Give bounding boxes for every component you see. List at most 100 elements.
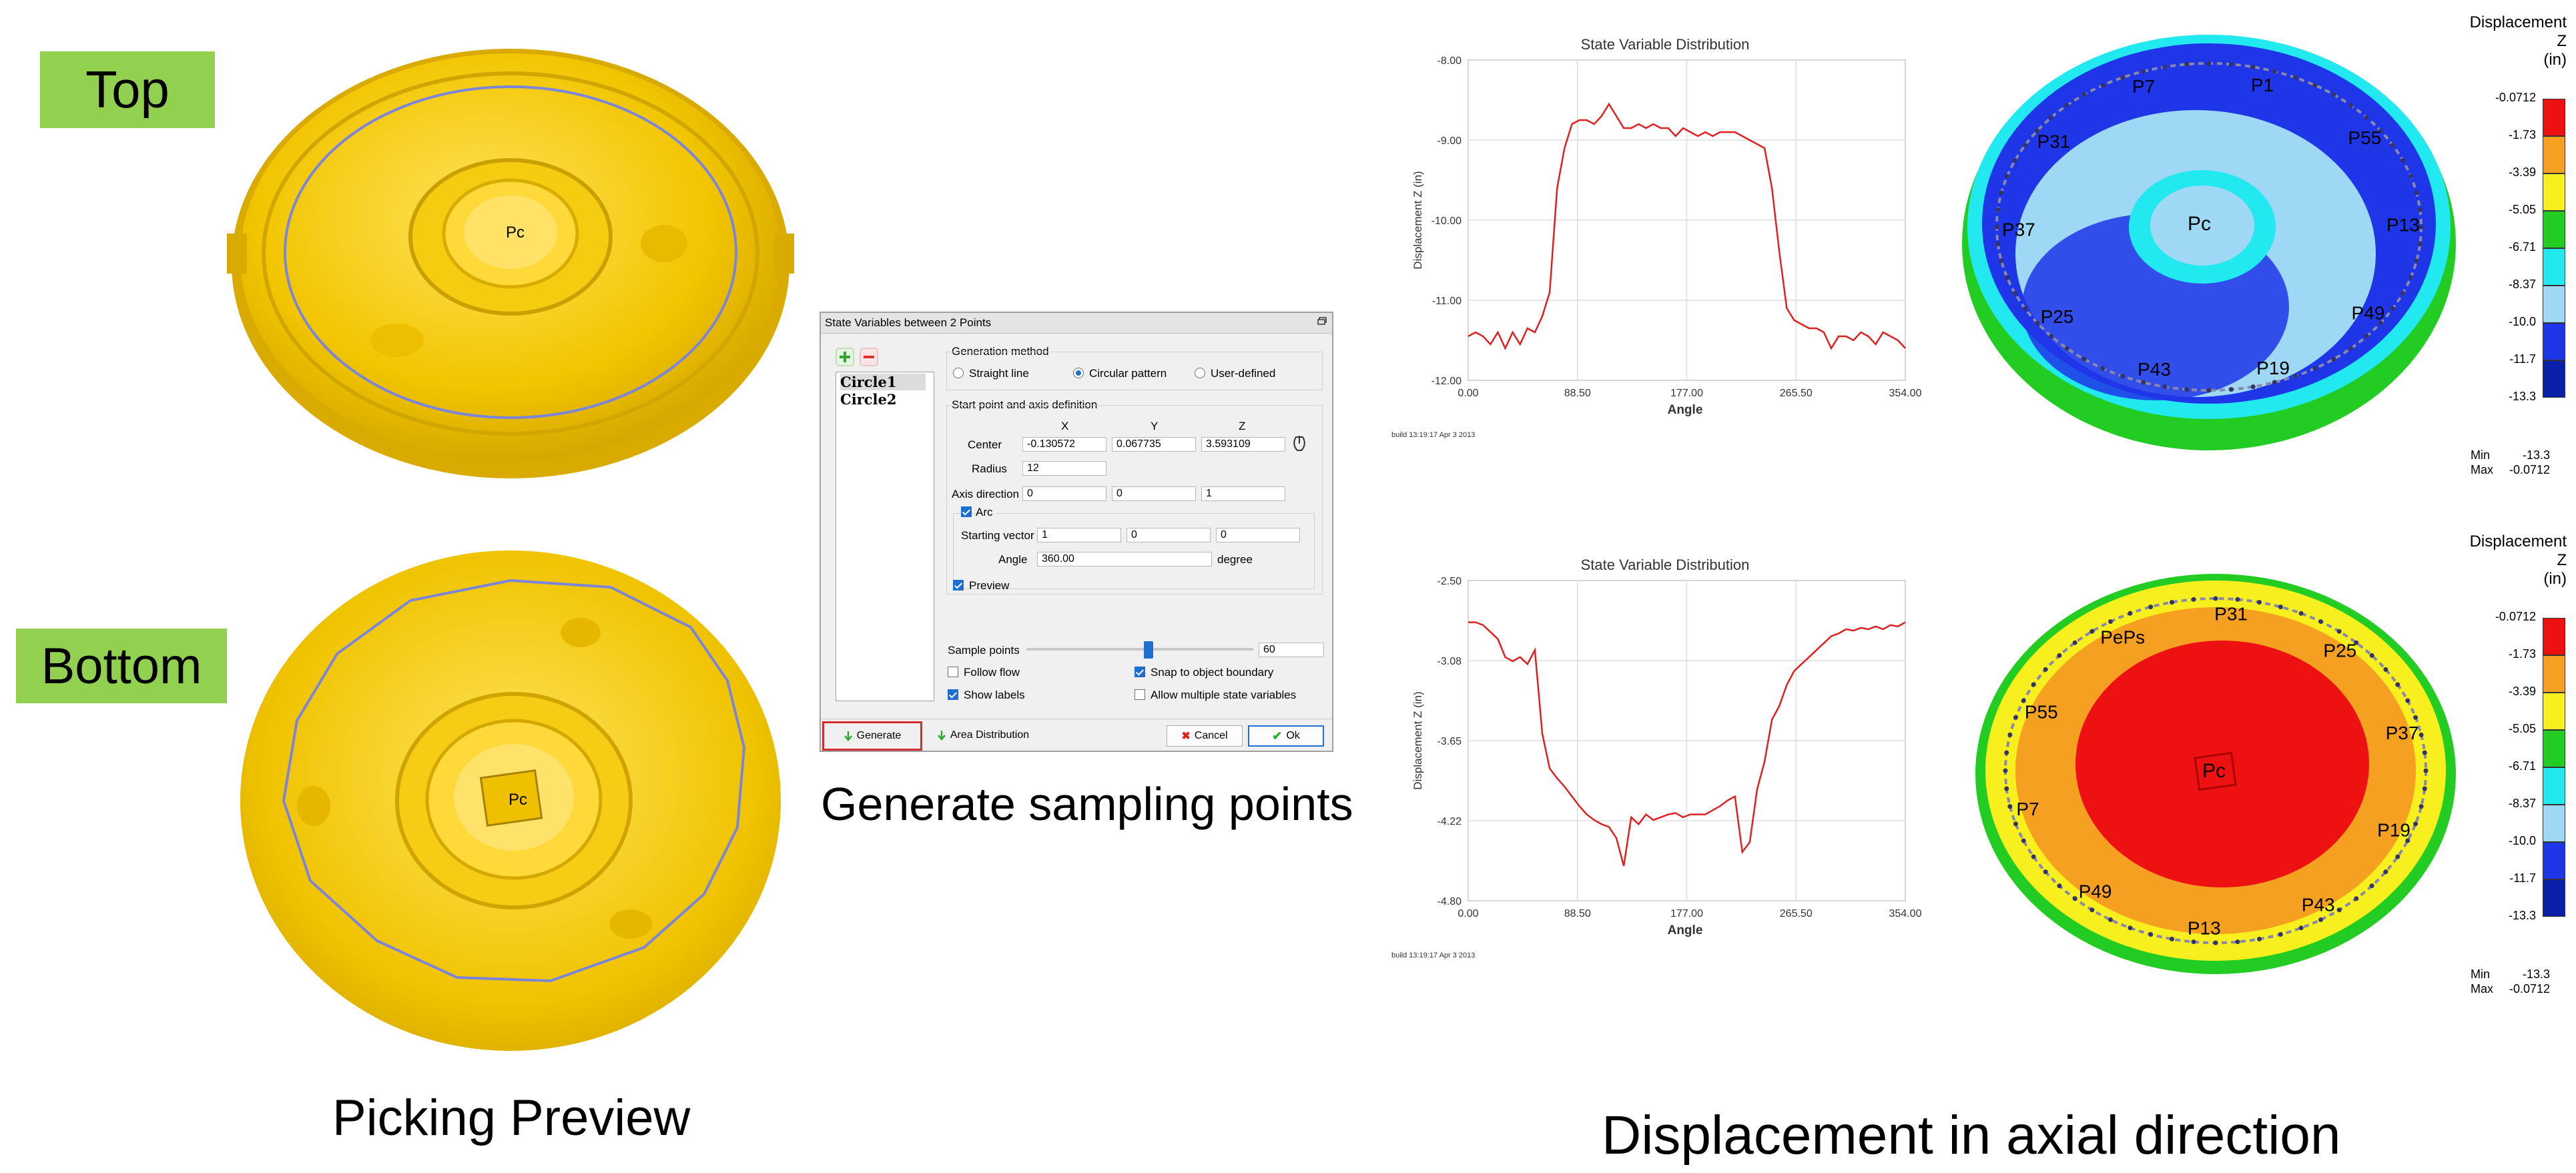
- axis-x-field[interactable]: 0: [1022, 486, 1106, 501]
- pick-point-icon[interactable]: [1291, 434, 1308, 453]
- radio-circular-pattern[interactable]: [1073, 368, 1084, 378]
- sample-point-label: P31: [2037, 131, 2070, 152]
- ok-button[interactable]: ✔ Ok: [1248, 725, 1324, 747]
- ok-button-label: Ok: [1286, 730, 1300, 741]
- top-center-label: Pc: [506, 224, 525, 242]
- cancel-button-label: Cancel: [1194, 730, 1228, 741]
- y-tick-label: -4.22: [1437, 816, 1462, 827]
- legend-value-label: -5.05: [2508, 203, 2536, 216]
- sample-point-marker: [2089, 907, 2095, 913]
- sample-point-marker: [2031, 854, 2036, 859]
- follow-flow-checkbox[interactable]: [948, 667, 958, 677]
- legend-value-label: -10.0: [2508, 834, 2536, 847]
- pattern-list[interactable]: Circle1 Circle2: [836, 372, 934, 701]
- start-vector-z-field[interactable]: 0: [1216, 528, 1300, 542]
- state-variables-dialog: State Variables between 2 Points Circle1…: [820, 312, 1333, 752]
- sample-point-marker: [2108, 619, 2113, 625]
- sample-point-marker: [1995, 242, 2001, 247]
- generate-button[interactable]: Generate: [822, 721, 922, 751]
- col-y-label: Y: [1151, 420, 1159, 432]
- y-tick-label: -8.00: [1437, 55, 1462, 67]
- start-vector-y-field[interactable]: 0: [1126, 528, 1211, 542]
- legend-value-label: -10.0: [2508, 315, 2536, 328]
- restore-icon[interactable]: [1317, 317, 1327, 325]
- area-distribution-button[interactable]: Area Distribution: [926, 723, 1040, 748]
- sample-point-label: P19: [2256, 358, 2290, 378]
- top-contour-center-label: Pc: [2188, 213, 2211, 235]
- x-tick-label: 177.00: [1670, 388, 1703, 399]
- sample-point-marker: [2004, 786, 2009, 791]
- center-x-field[interactable]: -0.130572: [1022, 437, 1106, 452]
- sample-point-marker: [2206, 388, 2212, 393]
- legend-color-band: [2543, 842, 2565, 879]
- sample-point-label: P55: [2348, 127, 2381, 148]
- center-z-field[interactable]: 3.593109: [1201, 437, 1285, 452]
- legend-title-2: Z: [2557, 32, 2567, 50]
- bottom-center-label: Pc: [509, 791, 527, 809]
- center-y-field[interactable]: 0.067735: [1112, 437, 1196, 452]
- sample-point-label: P55: [2025, 701, 2058, 722]
- show-labels-checkbox[interactable]: [948, 689, 958, 700]
- legend-value-label: -0.0712: [2495, 91, 2536, 104]
- list-item-circle1[interactable]: Circle1: [840, 374, 926, 390]
- sample-point-marker: [2012, 291, 2017, 296]
- y-tick-label: -2.50: [1437, 576, 1462, 587]
- angle-label: Angle: [998, 553, 1028, 566]
- radio-user-defined[interactable]: [1195, 368, 1205, 378]
- legend-color-band: [2543, 767, 2565, 805]
- legend-value-label: -11.7: [2509, 352, 2536, 366]
- allow-multiple-checkbox[interactable]: [1135, 689, 1145, 700]
- area-distribution-label: Area Distribution: [950, 729, 1030, 741]
- sample-point-marker: [2413, 715, 2419, 720]
- sample-point-marker: [2419, 804, 2424, 809]
- center-label: Center: [968, 438, 1002, 451]
- sample-points-field[interactable]: 60: [1259, 643, 1324, 657]
- start-vector-x-field[interactable]: 1: [1037, 528, 1121, 542]
- angle-field[interactable]: 360.00: [1037, 552, 1212, 566]
- list-item-circle2[interactable]: Circle2: [840, 391, 897, 408]
- legend-color-band: [2543, 248, 2565, 286]
- sample-point-marker: [2235, 597, 2240, 602]
- sample-point-marker: [2128, 611, 2133, 616]
- sample-point-marker: [2057, 653, 2062, 658]
- preview-checkbox[interactable]: [953, 580, 964, 591]
- legend-title-3: (in): [2543, 570, 2567, 588]
- remove-icon[interactable]: [860, 348, 878, 366]
- sample-point-marker: [2395, 854, 2400, 859]
- sample-point-label: P19: [2377, 820, 2410, 841]
- sample-point-marker: [2414, 258, 2419, 264]
- axis-y-field[interactable]: 0: [1112, 486, 1196, 501]
- arc-checkbox[interactable]: [961, 506, 972, 517]
- cancel-button[interactable]: ✖ Cancel: [1167, 725, 1243, 747]
- add-icon[interactable]: [836, 348, 854, 366]
- legend-color-band: [2543, 323, 2565, 360]
- starting-vector-label: Starting vector: [961, 529, 1034, 542]
- sample-point-marker: [2043, 667, 2048, 672]
- legend-value-label: -13.3: [2508, 390, 2536, 403]
- sample-point-label: PePs: [2100, 627, 2145, 648]
- legend-title-1: Displacement: [2469, 532, 2567, 550]
- sample-points-slider-track[interactable]: [1026, 648, 1253, 651]
- sample-point-marker: [2064, 103, 2069, 108]
- x-tick-label: 0.00: [1458, 908, 1478, 919]
- sample-point-marker: [2043, 869, 2048, 875]
- bottom-part-model: Pc: [240, 550, 781, 1051]
- circular-pattern-label: Circular pattern: [1089, 367, 1167, 380]
- x-tick-label: 88.50: [1564, 388, 1591, 399]
- radius-field[interactable]: 12: [1022, 461, 1106, 476]
- arc-group: [953, 513, 1315, 589]
- sample-point-marker: [2148, 931, 2154, 937]
- legend-max-label: Max: [2471, 982, 2494, 996]
- axis-z-field[interactable]: 1: [1201, 486, 1285, 501]
- arc-label: Arc: [976, 506, 996, 519]
- sample-point-marker: [2417, 242, 2423, 247]
- bottom-contour-model: Pc P31 P25 P37 P19 P43 P13 P49 P7 P55 PePs: [1975, 574, 2456, 974]
- radio-straight-line[interactable]: [953, 368, 964, 378]
- sample-points-slider-thumb[interactable]: [1144, 641, 1153, 659]
- sample-point-marker: [2369, 653, 2374, 658]
- sample-point-marker: [2423, 768, 2429, 773]
- chart-footer: build 13:19:17 Apr 3 2013: [1391, 951, 1475, 959]
- picking-preview-caption: Picking Preview: [332, 1090, 691, 1146]
- sample-point-marker: [2364, 115, 2369, 120]
- snap-boundary-checkbox[interactable]: [1135, 667, 1145, 677]
